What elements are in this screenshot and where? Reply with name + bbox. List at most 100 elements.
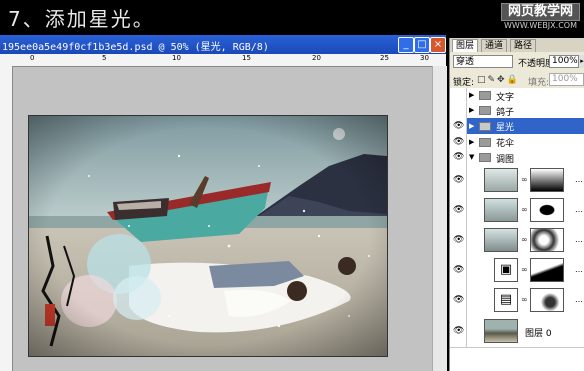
layer-mask[interactable] — [530, 288, 564, 312]
ruler-label: 20 — [312, 54, 321, 62]
layer-list: ▶ 文字 ▶ 鸽子 👁 ▶ 星光 👁 ▶ 花伞 👁 ▼ 调图 👁 ∞ … 👁 ∞… — [450, 88, 584, 371]
visibility-toggle[interactable]: 👁 — [450, 225, 467, 255]
layer-row-text[interactable]: ▶ 文字 — [450, 88, 584, 104]
layer-row-pigeon[interactable]: ▶ 鸽子 — [450, 103, 584, 119]
fill-label: 填充: — [528, 78, 550, 88]
eye-icon: 👁 — [453, 265, 465, 275]
lock-icon[interactable]: □✎✥🔒 — [477, 75, 520, 85]
ruler-label: 10 — [172, 54, 181, 62]
visibility-toggle[interactable]: 👁 — [450, 134, 467, 150]
layer-name: 鸽子 — [496, 108, 515, 118]
watermark-top: 网页教学网 — [500, 3, 580, 21]
chevron-right-icon[interactable]: ▶ — [469, 91, 474, 99]
title-banner: 7、添加星光。 网页教学网 WWW.WEBJX.COM — [0, 0, 584, 32]
step-title: 7、添加星光。 — [8, 7, 155, 31]
visibility-toggle[interactable] — [450, 88, 467, 103]
folder-icon — [479, 153, 491, 162]
chain-icon[interactable]: ∞ — [521, 205, 528, 214]
close-button[interactable]: × — [430, 37, 446, 53]
folder-icon — [479, 106, 491, 115]
curves-icon: ▣ — [494, 258, 518, 282]
layer-row-starlight[interactable]: 👁 ▶ 星光 — [450, 118, 584, 135]
eye-icon: 👁 — [453, 175, 465, 185]
layer-thumbnail — [484, 168, 518, 192]
eye-icon: 👁 — [453, 152, 465, 162]
layer-row-adjust-group[interactable]: 👁 ▼ 调图 — [450, 150, 584, 166]
chain-icon[interactable]: ∞ — [521, 265, 528, 274]
visibility-toggle[interactable]: 👁 — [450, 315, 467, 347]
chain-icon[interactable]: ∞ — [521, 235, 528, 244]
layer-row-adjustment-4[interactable]: 👁 ▣ ∞ … — [450, 255, 584, 286]
folder-icon — [479, 91, 491, 100]
horizontal-ruler[interactable]: 0 5 10 15 20 25 30 — [0, 54, 446, 67]
vertical-ruler[interactable] — [0, 66, 13, 371]
ruler-label: 25 — [380, 54, 389, 62]
opacity-input[interactable]: 100% — [549, 55, 579, 68]
tab-channels[interactable]: 通道 — [481, 39, 508, 52]
visibility-toggle[interactable]: 👁 — [450, 118, 467, 134]
ruler-label: 5 — [102, 54, 107, 62]
watermark-bottom: WWW.WEBJX.COM — [504, 21, 577, 30]
blend-mode-select[interactable]: 穿透 — [453, 55, 513, 68]
visibility-toggle[interactable]: 👁 — [450, 255, 467, 285]
ruler-label: 0 — [30, 54, 35, 62]
layer-name: 文字 — [496, 93, 515, 103]
chain-icon[interactable]: ∞ — [521, 175, 528, 184]
chevron-right-icon[interactable]: ▶ — [469, 122, 474, 130]
more-icon: … — [575, 175, 583, 184]
visibility-toggle[interactable] — [450, 103, 467, 118]
layer-thumbnail — [484, 319, 518, 343]
ruler-label: 30 — [420, 54, 429, 62]
layer-row-adjustment-1[interactable]: 👁 ∞ … — [450, 165, 584, 196]
chevron-right-icon[interactable]: ▶ — [469, 106, 474, 114]
layer-mask[interactable] — [530, 258, 564, 282]
more-icon: … — [575, 295, 583, 304]
chain-icon[interactable]: ∞ — [521, 295, 528, 304]
layer-name: 图层 0 — [525, 329, 552, 339]
layer-thumbnail — [484, 198, 518, 222]
eye-icon: 👁 — [453, 137, 465, 147]
layer-mask[interactable] — [530, 198, 564, 222]
chevron-right-icon[interactable]: ▶ — [469, 138, 474, 146]
wedding-photo — [28, 115, 388, 357]
eye-icon: 👁 — [453, 235, 465, 245]
layer-row-umbrella[interactable]: 👁 ▶ 花伞 — [450, 134, 584, 151]
tab-layers[interactable]: 图层 — [452, 39, 479, 52]
layer-name: 花伞 — [496, 139, 515, 149]
maximize-button[interactable]: □ — [414, 37, 430, 53]
more-icon: … — [575, 235, 583, 244]
layer-mask[interactable] — [530, 228, 564, 252]
visibility-toggle[interactable]: 👁 — [450, 150, 467, 165]
chevron-down-icon[interactable]: ▼ — [469, 153, 474, 161]
visibility-toggle[interactable]: 👁 — [450, 165, 467, 195]
layer-row-adjustment-3[interactable]: 👁 ∞ … — [450, 225, 584, 256]
folder-icon — [479, 138, 491, 147]
layer-name: 星光 — [496, 123, 515, 133]
more-icon: … — [575, 205, 583, 214]
panel-tabs: 图层 通道 路径 — [450, 38, 584, 52]
minimize-button[interactable]: _ — [398, 37, 414, 53]
fill-input[interactable]: 100% — [549, 73, 584, 86]
eye-icon: 👁 — [453, 205, 465, 215]
vertical-scrollbar[interactable] — [432, 66, 447, 371]
layer-name: 调图 — [496, 155, 515, 165]
layer-thumbnail — [484, 228, 518, 252]
lock-label: 锁定: — [453, 78, 475, 88]
layer-row-adjustment-2[interactable]: 👁 ∞ … — [450, 195, 584, 226]
document-titlebar[interactable]: 195ee0a5e49f0cf1b3e5d.psd @ 50% (星光, RGB… — [0, 35, 446, 54]
document-title: 195ee0a5e49f0cf1b3e5d.psd @ 50% (星光, RGB… — [2, 42, 269, 53]
watermark-logo: 网页教学网 WWW.WEBJX.COM — [500, 3, 580, 31]
layers-panel: 图层 通道 路径 穿透 不透明度: 100% ▸ 锁定: □✎✥🔒 填充: 10… — [449, 38, 584, 371]
levels-icon: ▤ — [494, 288, 518, 312]
eye-icon: 👁 — [453, 295, 465, 305]
layer-row-base[interactable]: 👁 图层 0 — [450, 315, 584, 348]
eye-icon: 👁 — [453, 326, 465, 336]
layer-mask[interactable] — [530, 168, 564, 192]
layer-row-adjustment-5[interactable]: 👁 ▤ ∞ … — [450, 285, 584, 316]
visibility-toggle[interactable]: 👁 — [450, 195, 467, 225]
more-icon: … — [575, 265, 583, 274]
folder-icon — [479, 122, 491, 131]
tab-paths[interactable]: 路径 — [510, 39, 537, 52]
visibility-toggle[interactable]: 👁 — [450, 285, 467, 315]
opacity-arrow-icon[interactable]: ▸ — [579, 55, 584, 68]
